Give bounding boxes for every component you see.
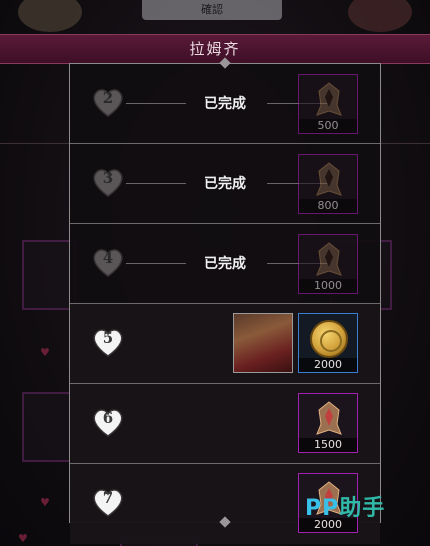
armor-icon (316, 162, 342, 196)
reward-item[interactable]: 500 (298, 74, 358, 134)
bg-avatar-left (18, 0, 82, 32)
heart-level-icon: 4 (90, 244, 126, 280)
status-completed: 已完成 (204, 96, 246, 112)
reward-item[interactable]: 800 (298, 154, 358, 214)
bg-heart-icon: ♥ (18, 532, 28, 545)
bg-card (22, 240, 76, 310)
armor-icon (316, 401, 342, 435)
reward-count: 2000 (299, 358, 357, 372)
status-completed: 已完成 (204, 176, 246, 192)
heart-level-number: 7 (102, 489, 114, 507)
heart-level-number: 5 (102, 329, 114, 347)
reward-count: 1000 (299, 279, 357, 293)
heart-level-icon: 2 (90, 84, 126, 120)
reward-item[interactable]: 1500 (298, 393, 358, 453)
bg-top-button: 確認 (142, 0, 282, 20)
bg-avatar-right (348, 0, 412, 32)
reward-count: 800 (299, 199, 357, 213)
leader-line (126, 103, 186, 104)
heart-level-icon: 5 (90, 324, 126, 360)
reward-row-2: 2 已完成 500 (70, 64, 380, 144)
reward-item[interactable]: 1000 (298, 234, 358, 294)
armor-icon (316, 242, 342, 276)
heart-level-number: 3 (102, 169, 114, 187)
gold-coin-icon (310, 320, 348, 358)
reward-row-3: 3 已完成 800 (70, 144, 380, 224)
status-completed: 已完成 (204, 256, 246, 272)
bg-heart-icon: ♥ (40, 496, 50, 509)
bg-heart-icon: ♥ (40, 346, 50, 359)
leader-line (126, 183, 186, 184)
reward-row-6: 6 1500 (70, 384, 380, 464)
reward-row-4: 4 已完成 1000 (70, 224, 380, 304)
affection-reward-dialog: 2 已完成 500 3 已完成 800 4 已完成 1000 5 2000 6 … (69, 57, 381, 544)
heart-level-icon: 7 (90, 484, 126, 520)
heart-level-icon: 3 (90, 164, 126, 200)
game-screen: 確認 拉姆齐 ♥ ♥ ♥ ♥ 2 已完成 500 3 (0, 0, 430, 546)
watermark-logo: PP助手 (305, 496, 386, 521)
reward-row-5: 5 2000 (70, 304, 380, 384)
armor-icon (316, 82, 342, 116)
heart-level-number: 2 (102, 89, 114, 107)
heart-level-icon: 6 (90, 404, 126, 440)
leader-line (126, 263, 186, 264)
heart-level-number: 6 (102, 409, 114, 427)
reward-count: 1500 (299, 438, 357, 452)
bg-card (22, 392, 76, 462)
hero-portrait-reward[interactable] (233, 313, 293, 373)
heart-level-number: 4 (102, 249, 114, 267)
banner-title: 拉姆齐 (189, 40, 241, 58)
reward-item[interactable]: 2000 (298, 313, 358, 373)
reward-count: 500 (299, 119, 357, 133)
